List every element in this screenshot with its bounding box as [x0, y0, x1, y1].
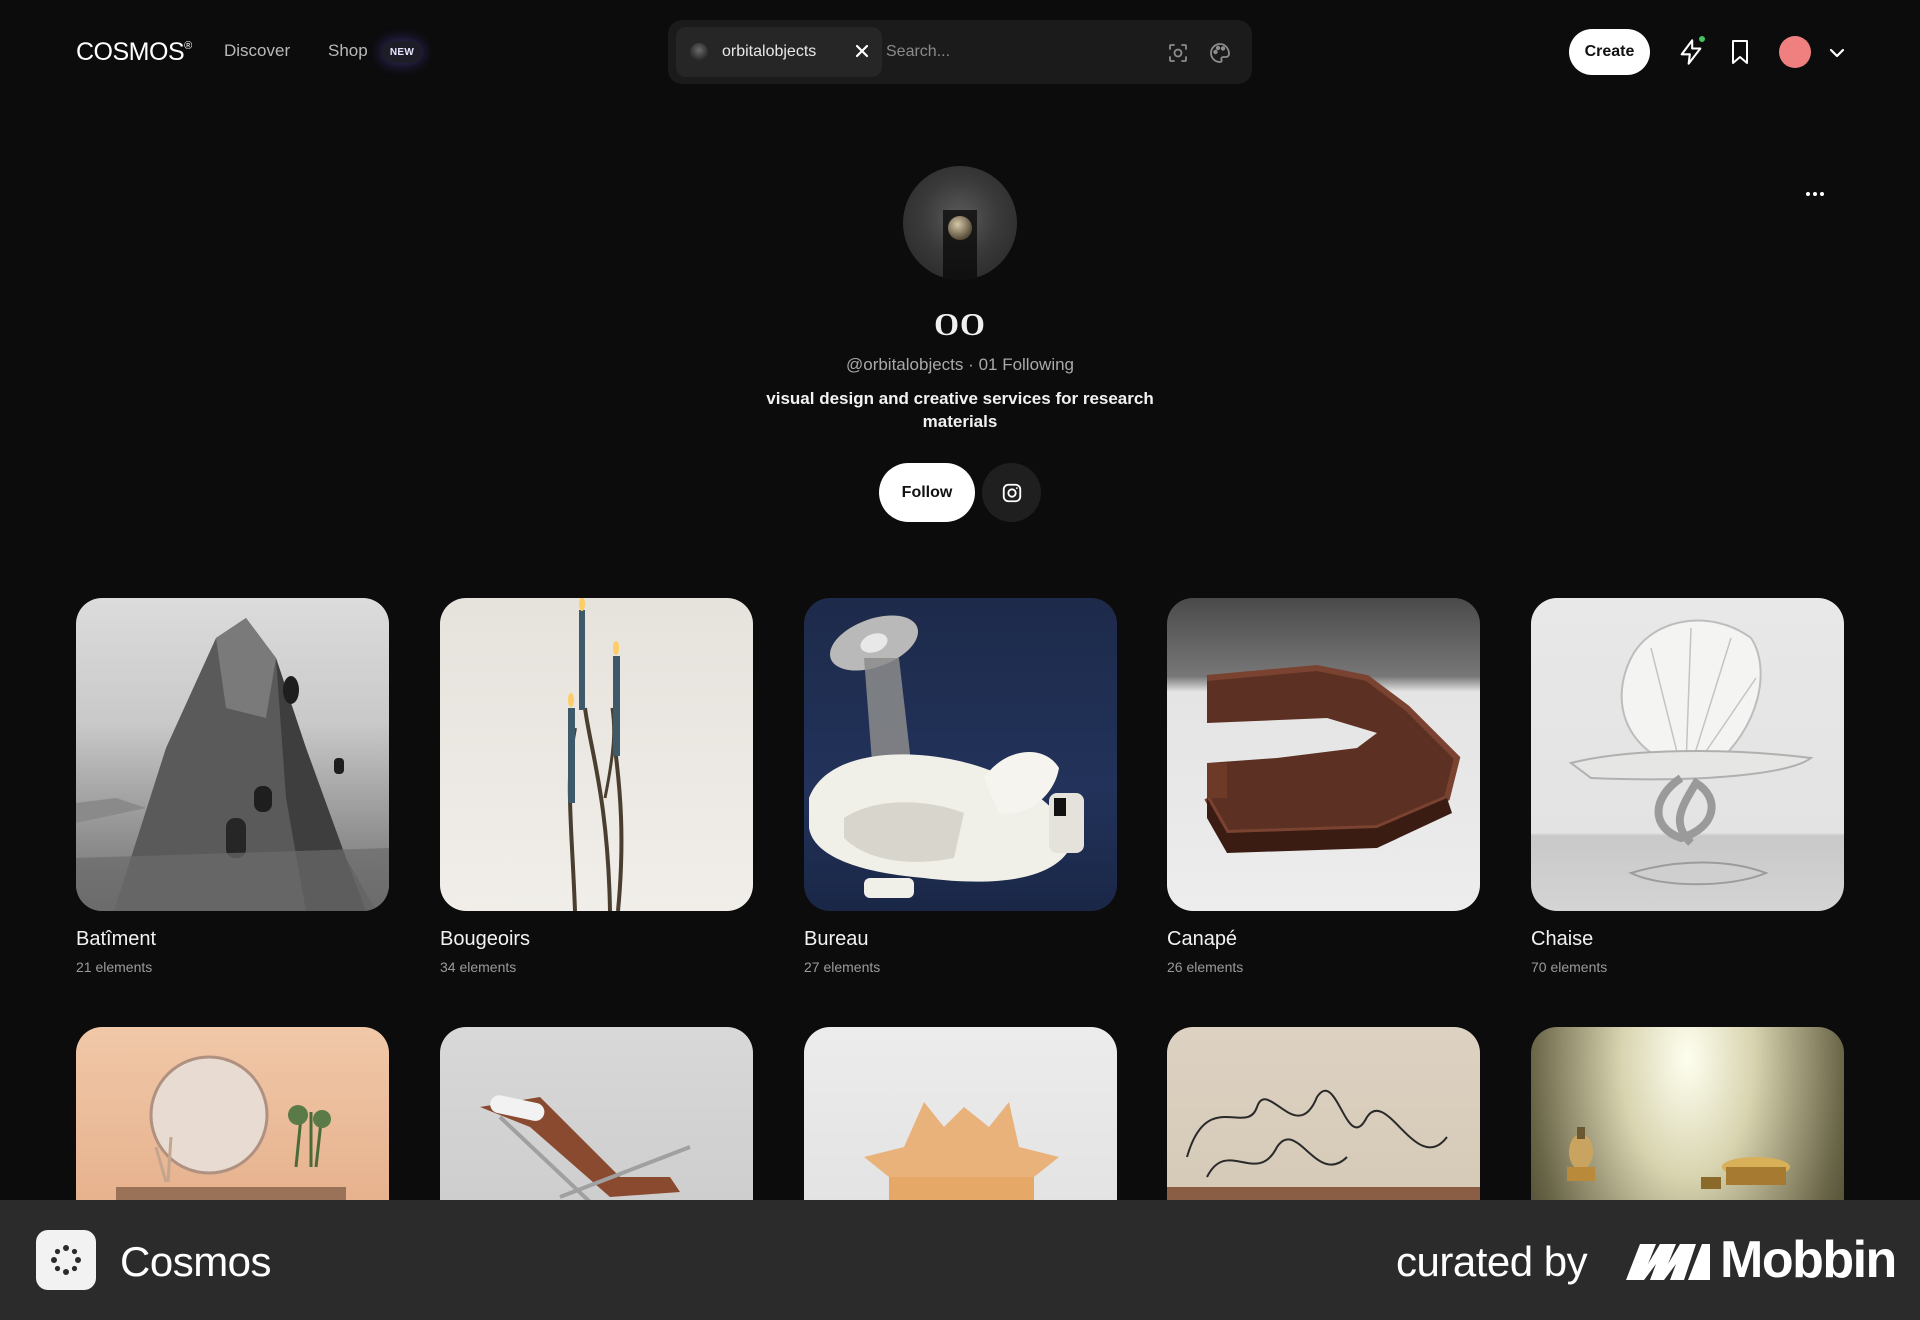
profile-name: OO — [934, 306, 986, 342]
close-icon[interactable] — [852, 41, 872, 61]
more-icon[interactable] — [1806, 184, 1830, 204]
search-filter-chip[interactable]: orbitalobjects — [676, 27, 882, 77]
cluster-card[interactable]: Batîment 21 elements — [76, 598, 389, 975]
nav-discover-link[interactable]: Discover — [224, 41, 290, 61]
cluster-title: Bougeoirs — [440, 928, 531, 950]
profile-meta: @orbitalobjects · 01 Following — [0, 355, 1920, 375]
nav-shop-link[interactable]: Shop — [328, 41, 368, 61]
following-count[interactable]: 01 Following — [979, 355, 1074, 374]
attribution-banner: Cosmos curated by Mobbin — [0, 1200, 1920, 1320]
profile-avatar — [903, 166, 1017, 280]
scan-icon[interactable] — [1166, 41, 1190, 65]
mobbin-logo-icon — [1626, 1244, 1710, 1280]
follow-button[interactable]: Follow — [879, 463, 975, 522]
cluster-count: 26 elements — [1167, 959, 1244, 975]
cluster-image[interactable] — [1531, 598, 1844, 911]
chip-avatar — [690, 43, 708, 61]
cluster-image[interactable] — [1167, 598, 1480, 911]
chip-label: orbitalobjects — [722, 43, 817, 60]
mobbin-wordmark: Mobbin — [1720, 1231, 1897, 1289]
cluster-title: Chaise — [1531, 928, 1594, 950]
curated-by-text: curated by — [1396, 1238, 1588, 1285]
cluster-card[interactable]: Chaise 70 elements — [1531, 598, 1844, 975]
meta-separator: · — [968, 355, 974, 374]
cluster-title: Batîment — [76, 928, 157, 950]
cluster-title: Canapé — [1167, 928, 1238, 950]
notification-dot — [1697, 34, 1707, 44]
profile-handle[interactable]: @orbitalobjects — [846, 355, 963, 374]
palette-icon[interactable] — [1208, 41, 1232, 65]
cluster-title: Bureau — [804, 928, 869, 950]
cluster-count: 34 elements — [440, 959, 517, 975]
search-bar[interactable]: orbitalobjects — [668, 20, 1252, 84]
cluster-image[interactable] — [804, 598, 1117, 911]
cluster-count: 27 elements — [804, 959, 881, 975]
search-input[interactable] — [886, 32, 1156, 72]
instagram-icon — [1002, 483, 1021, 502]
user-avatar[interactable] — [1779, 36, 1811, 68]
cluster-image[interactable] — [76, 598, 389, 911]
new-badge: NEW — [382, 41, 422, 63]
cluster-image[interactable] — [440, 598, 753, 911]
bookmark-icon[interactable] — [1728, 38, 1752, 66]
instagram-button[interactable] — [982, 463, 1041, 522]
cluster-count: 21 elements — [76, 959, 153, 975]
top-navigation-bar: COSMOS® Discover Shop NEW orbitalobjects… — [0, 0, 1920, 104]
cluster-count: 70 elements — [1531, 959, 1608, 975]
create-button[interactable]: Create — [1569, 29, 1650, 75]
cosmos-app-icon — [36, 1230, 96, 1290]
cosmos-logo[interactable]: COSMOS® — [76, 38, 192, 67]
cluster-card[interactable]: Bougeoirs 34 elements — [440, 598, 753, 975]
chevron-down-icon[interactable] — [1828, 46, 1846, 60]
profile-bio: visual design and creative services for … — [766, 389, 1154, 431]
banner-app-name: Cosmos — [120, 1238, 272, 1285]
cluster-card[interactable]: Canapé 26 elements — [1167, 598, 1480, 975]
cluster-card[interactable]: Bureau 27 elements — [804, 598, 1117, 975]
